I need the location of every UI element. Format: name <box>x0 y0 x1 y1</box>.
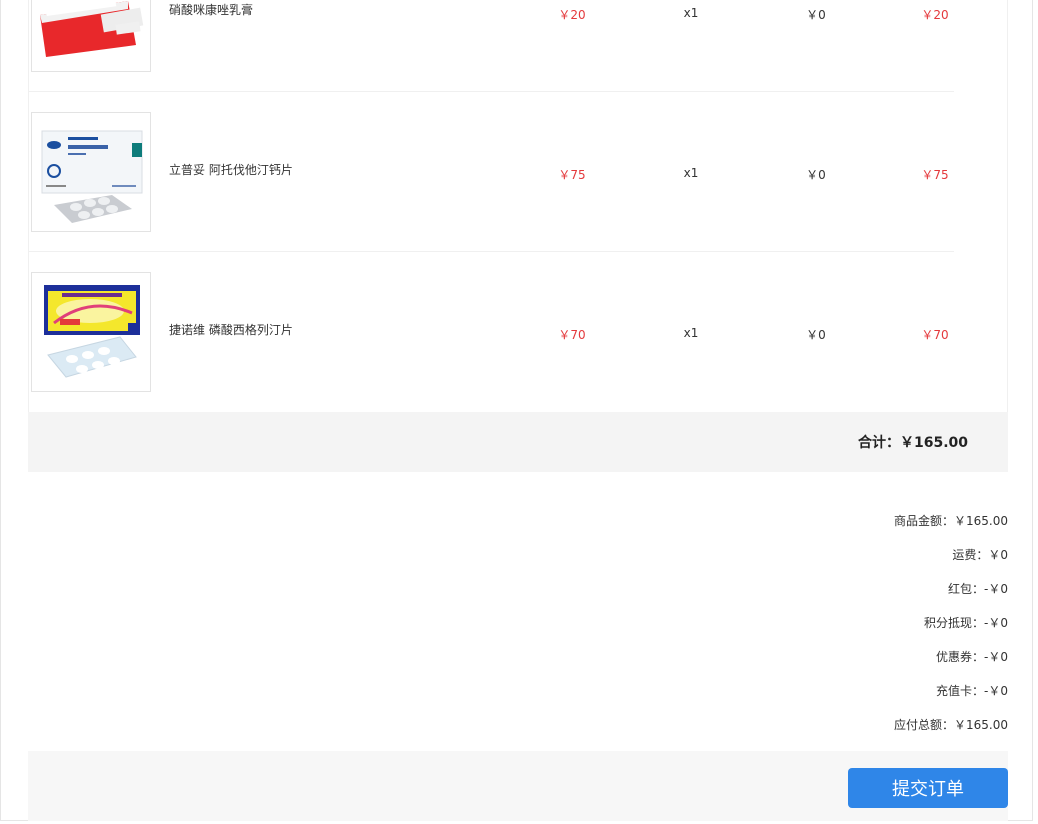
product-image[interactable] <box>31 112 151 232</box>
summary-shipping: 运费：￥0 <box>708 546 1008 580</box>
unit-price: ￥75 <box>558 168 586 182</box>
summary-value: ￥165.00 <box>954 718 1008 732</box>
summary-value: -￥0 <box>984 684 1008 698</box>
summary-label: 红包： <box>948 582 985 596</box>
discount: ￥0 <box>806 168 826 182</box>
summary-prepaid-card: 充值卡：-￥0 <box>708 682 1008 716</box>
product-name[interactable]: 立普妥 阿托伐他汀钙片 <box>169 161 293 178</box>
summary-value: ￥165.00 <box>954 514 1008 528</box>
summary-red-packet: 红包：-￥0 <box>708 580 1008 614</box>
summary-value: -￥0 <box>984 616 1008 630</box>
summary-amount-due: 应付总额：￥165.00 <box>708 716 1008 750</box>
summary-label: 应付总额： <box>893 718 954 732</box>
order-total-bar: 合计：￥165.00 <box>28 412 1008 472</box>
summary-goods-amount: 商品金额：￥165.00 <box>708 512 1008 546</box>
goods-row: 立普妥 阿托伐他汀钙片 ￥75 x1 ￥0 ￥75 <box>28 92 954 252</box>
yellow-blue-tablet-box-image <box>32 273 150 391</box>
summary-label: 运费： <box>952 548 989 562</box>
summary-label: 积分抵现： <box>924 616 985 630</box>
order-total-value: ￥165.00 <box>899 435 968 451</box>
item-subtotal: ￥20 <box>921 8 949 22</box>
white-blue-tablet-box-image <box>32 113 150 231</box>
product-image[interactable] <box>31 0 151 72</box>
discount: ￥0 <box>806 8 826 22</box>
discount: ￥0 <box>806 328 826 342</box>
order-total: 合计：￥165.00 <box>858 432 968 452</box>
summary-points: 积分抵现：-￥0 <box>708 614 1008 648</box>
item-subtotal: ￥70 <box>921 328 949 342</box>
summary-value: -￥0 <box>984 582 1008 596</box>
product-name[interactable]: 捷诺维 磷酸西格列汀片 <box>169 321 293 338</box>
goods-row: 捷诺维 磷酸西格列汀片 ￥70 x1 ￥0 ￥70 <box>28 252 954 412</box>
goods-row: 硝酸咪康唑乳膏 ￥20 x1 ￥0 ￥20 <box>28 0 954 92</box>
item-subtotal: ￥75 <box>921 168 949 182</box>
summary-value: -￥0 <box>984 650 1008 664</box>
red-white-cream-box-image <box>32 0 150 71</box>
summary-label: 商品金额： <box>893 514 954 528</box>
product-image[interactable] <box>31 272 151 392</box>
summary-value: ￥0 <box>988 548 1008 562</box>
summary-coupon: 优惠券：-￥0 <box>708 648 1008 682</box>
price-summary: 商品金额：￥165.00 运费：￥0 红包：-￥0 积分抵现：-￥0 优惠券：-… <box>708 512 1008 750</box>
submit-order-button[interactable]: 提交订单 <box>848 768 1008 808</box>
submit-bar: 提交订单 <box>28 751 1008 821</box>
summary-label: 优惠券： <box>936 650 985 664</box>
unit-price: ￥70 <box>558 328 586 342</box>
summary-label: 充值卡： <box>936 684 985 698</box>
quantity: x1 <box>683 166 699 180</box>
quantity: x1 <box>683 326 699 340</box>
product-name[interactable]: 硝酸咪康唑乳膏 <box>169 1 253 18</box>
order-total-label: 合计： <box>857 435 900 451</box>
quantity: x1 <box>683 6 699 20</box>
unit-price: ￥20 <box>558 8 586 22</box>
